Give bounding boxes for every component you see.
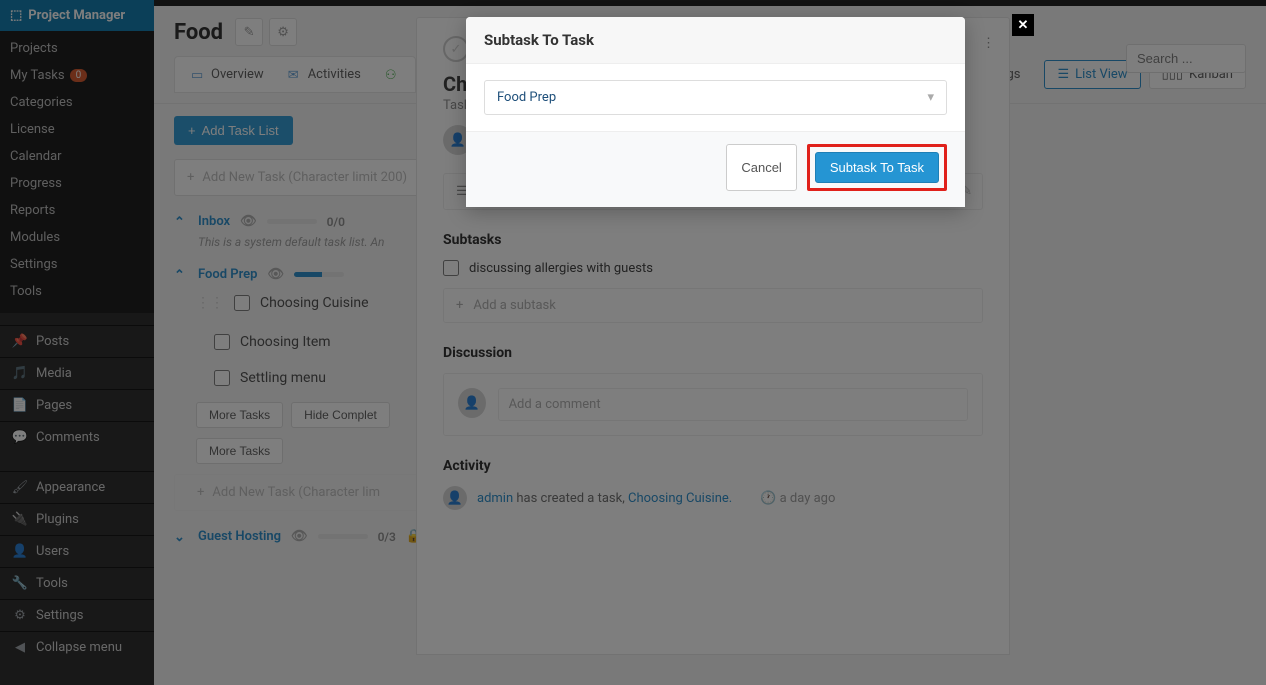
chevron-down-icon: ▾ [927, 90, 934, 105]
close-panel-button[interactable]: ✕ [1012, 14, 1034, 36]
subtask-to-task-confirm-button[interactable]: Subtask To Task [815, 152, 939, 183]
subtask-to-task-modal: Subtask To Task Food Prep ▾ Cancel Subta… [466, 17, 965, 207]
modal-title: Subtask To Task [466, 17, 965, 64]
tasklist-select[interactable]: Food Prep ▾ [484, 80, 947, 115]
highlight-annotation: Subtask To Task [807, 144, 947, 191]
cancel-button[interactable]: Cancel [726, 144, 796, 191]
